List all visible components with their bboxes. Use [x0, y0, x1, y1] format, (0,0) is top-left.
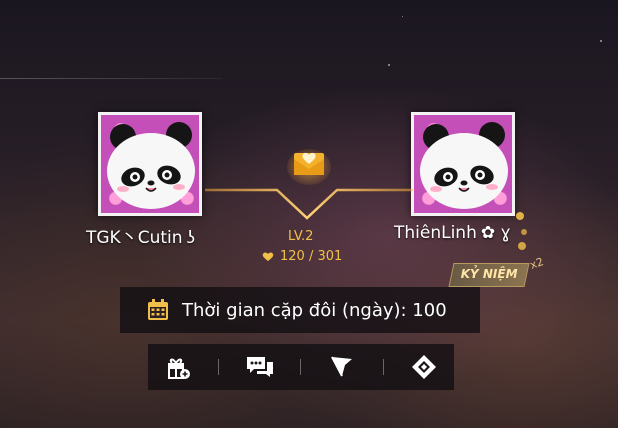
couple-connector: [205, 188, 413, 220]
heart-icon: [262, 252, 274, 261]
diamond-icon: [412, 355, 437, 379]
gift-icon: [167, 358, 190, 379]
couple-points: 120 / 301: [262, 249, 342, 264]
divider: [218, 359, 220, 375]
gift-button[interactable]: [159, 348, 197, 386]
left-player-avatar[interactable]: [98, 112, 202, 216]
diamond-button[interactable]: [405, 348, 443, 386]
star: [388, 64, 390, 66]
right-player-avatar[interactable]: [411, 112, 515, 216]
background-divider: [0, 78, 222, 79]
chat-icon: [246, 357, 273, 377]
duration-text: Thời gian cặp đôi (ngày): 100: [182, 299, 447, 321]
left-player-name: TGK丶Cutin ʖ: [86, 228, 196, 248]
action-bar: [148, 344, 454, 390]
couple-duration-bar: Thời gian cặp đôi (ngày): 100: [120, 287, 480, 333]
multiplier-label: x2: [528, 255, 546, 272]
flag-button[interactable]: [323, 348, 361, 386]
couple-level: LV.2: [288, 229, 314, 244]
divider: [382, 359, 384, 375]
divider: [300, 359, 302, 375]
calendar-icon: [148, 299, 168, 320]
coin-sparkle-icon: [512, 210, 532, 264]
panda-avatar-icon: [107, 122, 195, 209]
star: [600, 40, 602, 42]
star: [402, 16, 403, 17]
memorial-badge[interactable]: KỶ NIỆM: [448, 263, 530, 287]
panda-avatar-icon: [420, 122, 508, 209]
flag-icon: [331, 356, 353, 377]
chat-button[interactable]: [241, 348, 279, 386]
couple-heart-envelope-icon[interactable]: [287, 145, 331, 185]
